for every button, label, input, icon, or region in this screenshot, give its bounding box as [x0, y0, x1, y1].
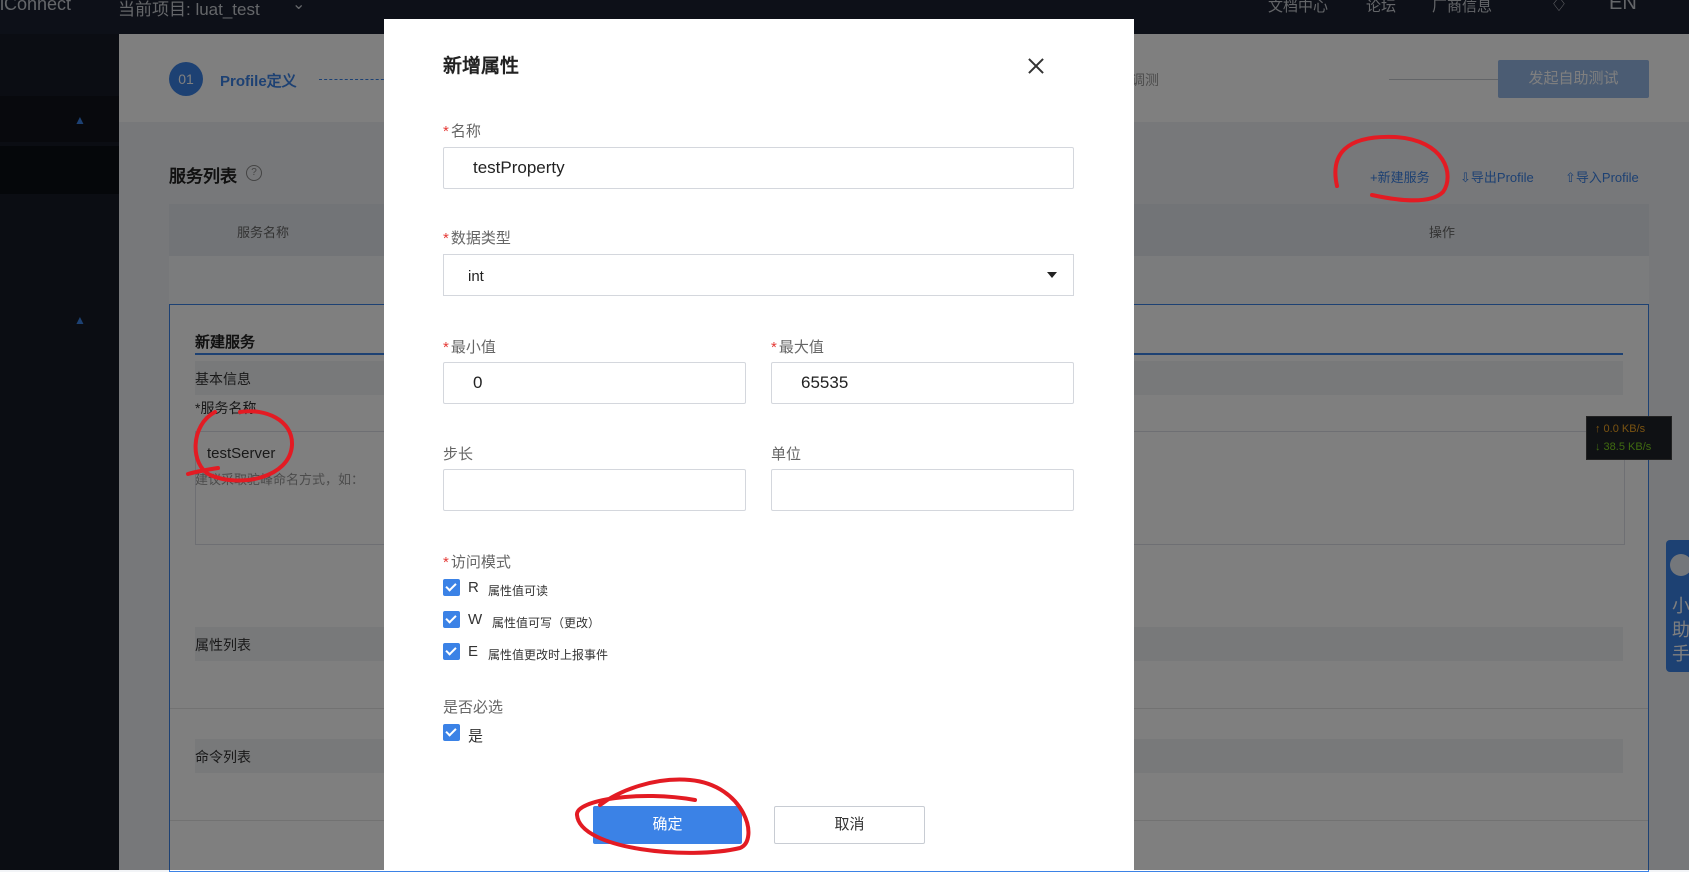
red-annotation-marks — [186, 134, 1450, 855]
annotation-circle-new-service — [1333, 134, 1450, 203]
annotation-circle-confirm — [575, 777, 751, 855]
annotation-circle-service-name — [186, 409, 295, 483]
